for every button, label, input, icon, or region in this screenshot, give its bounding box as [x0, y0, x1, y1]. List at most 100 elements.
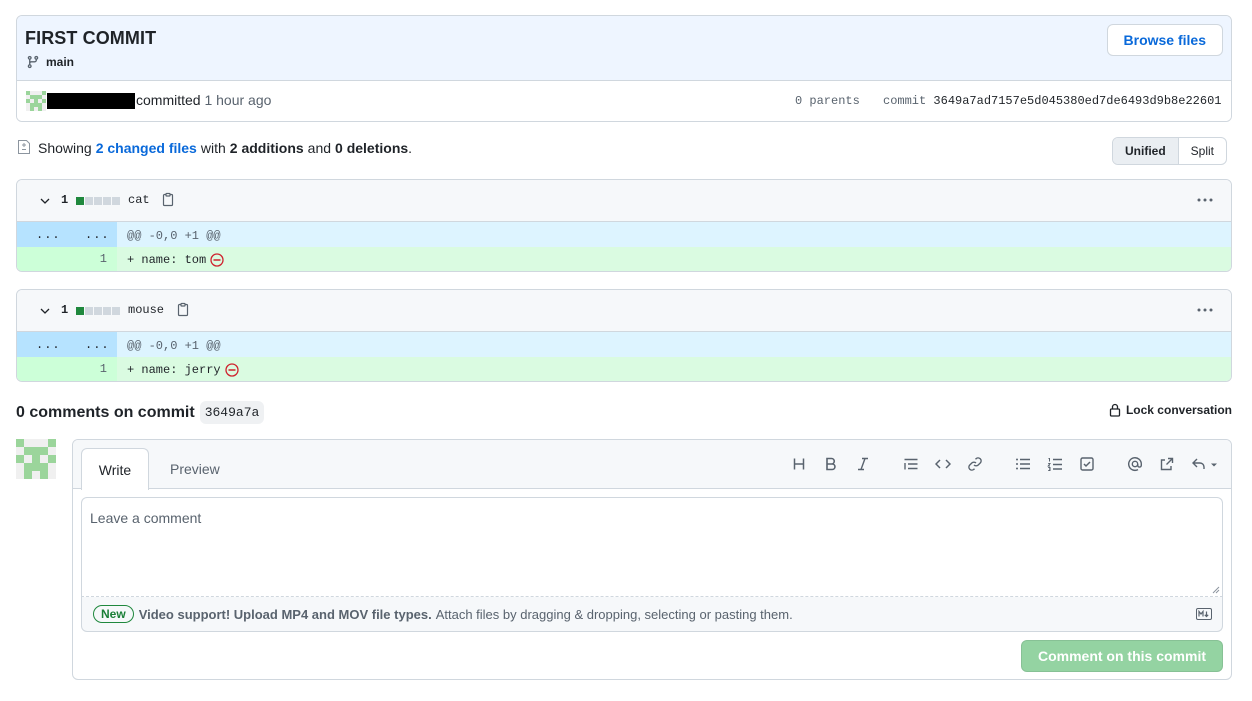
line-code: + name: jerry — [127, 363, 239, 377]
comment-form-header: Write Preview — [73, 440, 1231, 490]
cross-reference-icon[interactable] — [1159, 456, 1177, 474]
reply-icon[interactable] — [1191, 456, 1221, 474]
branch-label[interactable]: main — [26, 55, 74, 69]
parents-count: 0 parents — [795, 94, 860, 108]
short-sha-chip: 3649a7a — [199, 401, 265, 424]
and-label: and — [307, 140, 332, 156]
link-icon[interactable] — [967, 456, 985, 474]
new-badge: New — [93, 605, 134, 623]
bulleted-list-icon[interactable] — [1015, 456, 1033, 474]
deletions-count: 0 deletions — [335, 140, 409, 156]
commit-time[interactable]: 1 hour ago — [204, 92, 271, 108]
expand-gutter-right[interactable]: ... — [67, 332, 117, 357]
diff-summary: Showing 2 changed files with 2 additions… — [16, 139, 413, 156]
author-avatar[interactable] — [26, 91, 46, 111]
heading-icon[interactable] — [791, 456, 809, 474]
file-change-count: 1 — [61, 193, 69, 207]
copy-icon[interactable] — [175, 302, 191, 318]
commit-label: commit — [883, 94, 927, 108]
commit-sha-value: 3649a7ad7157e5d045380ed7de6493d9b8e22601 — [933, 94, 1222, 108]
commit-title: FIRST COMMIT — [25, 28, 157, 48]
numbered-list-icon[interactable] — [1047, 456, 1065, 474]
file-name[interactable]: mouse — [128, 303, 164, 317]
file-header: 1 cat — [17, 180, 1231, 222]
lock-label: Lock conversation — [1125, 403, 1232, 417]
resize-grip-icon[interactable] — [1212, 586, 1220, 594]
redacted-author-name — [47, 93, 135, 109]
commit-time-text: committed 1 hour ago — [136, 92, 271, 108]
kebab-menu-icon[interactable] — [1196, 302, 1214, 318]
video-support-text: Video support! Upload MP4 and MOV file t… — [138, 606, 432, 622]
comment-form: Write Preview Leave a comment New Video … — [72, 439, 1232, 680]
expand-dots: ... — [36, 338, 61, 352]
committed-label: committed — [136, 92, 201, 108]
lock-icon — [1109, 403, 1121, 417]
comment-placeholder: Leave a comment — [90, 510, 202, 526]
file-change-count: 1 — [61, 303, 69, 317]
hunk-header: ... ... @@ -0,0 +1 @@ — [17, 332, 1231, 357]
hunk-range: @@ -0,0 +1 @@ — [127, 339, 221, 353]
diffstat-bar — [76, 197, 120, 205]
no-newline-icon — [224, 363, 239, 377]
expand-dots: ... — [85, 338, 110, 352]
expand-gutter-right[interactable]: ... — [67, 222, 117, 247]
hunk-range: @@ -0,0 +1 @@ — [127, 229, 221, 243]
file-name[interactable]: cat — [128, 193, 150, 207]
comment-submit-button[interactable]: Comment on this commit — [1020, 640, 1223, 672]
user-avatar[interactable] — [16, 439, 56, 479]
italic-icon[interactable] — [855, 456, 873, 474]
expand-gutter-left[interactable]: ... — [17, 332, 67, 357]
code-text: + name: tom — [127, 253, 207, 267]
additions-count: 2 additions — [229, 140, 304, 156]
code-text: + name: jerry — [127, 363, 221, 377]
added-line: 1 + name: tom — [17, 247, 1231, 271]
commit-meta-bar: committed 1 hour ago 0 parents commit 36… — [17, 81, 1231, 121]
summary-period: . — [408, 140, 413, 156]
browse-files-button[interactable]: Browse files — [1106, 24, 1223, 56]
hunk-header: ... ... @@ -0,0 +1 @@ — [17, 222, 1231, 247]
line-number[interactable]: 1 — [67, 362, 107, 376]
line-code: + name: tom — [127, 253, 224, 267]
copy-icon[interactable] — [160, 192, 176, 208]
tasklist-icon[interactable] — [1079, 456, 1097, 474]
file-diff-mouse: 1 mouse ... ... @@ -0,0 +1 @@ 1 + name: … — [16, 289, 1232, 382]
attach-instructions: Attach files by dragging & dropping, sel… — [435, 606, 793, 622]
chevron-down-icon[interactable] — [39, 195, 51, 207]
comments-count-label: 0 comments on commit — [16, 403, 195, 421]
branch-name: main — [46, 55, 75, 69]
comment-textarea[interactable]: Leave a comment — [81, 497, 1223, 597]
git-branch-icon — [27, 55, 39, 69]
markdown-icon[interactable] — [1196, 608, 1212, 620]
changed-files-link[interactable]: 2 changed files — [96, 140, 197, 156]
quote-icon[interactable] — [903, 456, 921, 474]
diffstat-bar — [76, 307, 120, 315]
no-newline-icon — [210, 253, 224, 267]
line-number[interactable]: 1 — [67, 252, 107, 266]
chevron-down-icon[interactable] — [39, 305, 51, 317]
expand-dots: ... — [36, 228, 61, 242]
code-icon[interactable] — [934, 456, 953, 474]
expand-dots: ... — [85, 228, 110, 242]
file-header: 1 mouse — [17, 290, 1231, 332]
showing-label: Showing — [38, 140, 92, 156]
mention-icon[interactable] — [1127, 456, 1145, 474]
commit-title-bar: FIRST COMMIT main Browse files — [17, 16, 1231, 81]
diff-view-toggle: Unified Split — [1112, 137, 1228, 165]
tab-preview[interactable]: Preview — [170, 461, 220, 477]
split-view-button[interactable]: Split — [1179, 138, 1226, 164]
file-diff-icon — [18, 139, 30, 154]
with-label: with — [200, 140, 226, 156]
commit-sha: commit 3649a7ad7157e5d045380ed7de6493d9b… — [883, 94, 1221, 108]
tab-write[interactable]: Write — [81, 448, 149, 490]
caret-down-icon — [1211, 463, 1217, 467]
lock-conversation-button[interactable]: Lock conversation — [1108, 403, 1232, 417]
unified-view-button[interactable]: Unified — [1113, 138, 1179, 164]
commit-header: FIRST COMMIT main Browse files committed… — [16, 15, 1232, 122]
file-attachment-bar[interactable]: New Video support! Upload MP4 and MOV fi… — [81, 597, 1223, 632]
comments-heading: 0 comments on commit 3649a7a — [16, 401, 265, 424]
expand-gutter-left[interactable]: ... — [17, 222, 67, 247]
kebab-menu-icon[interactable] — [1196, 192, 1214, 208]
bold-icon[interactable] — [823, 456, 841, 474]
file-diff-cat: 1 cat ... ... @@ -0,0 +1 @@ 1 + name: to… — [16, 179, 1232, 272]
added-line: 1 + name: jerry — [17, 357, 1231, 381]
